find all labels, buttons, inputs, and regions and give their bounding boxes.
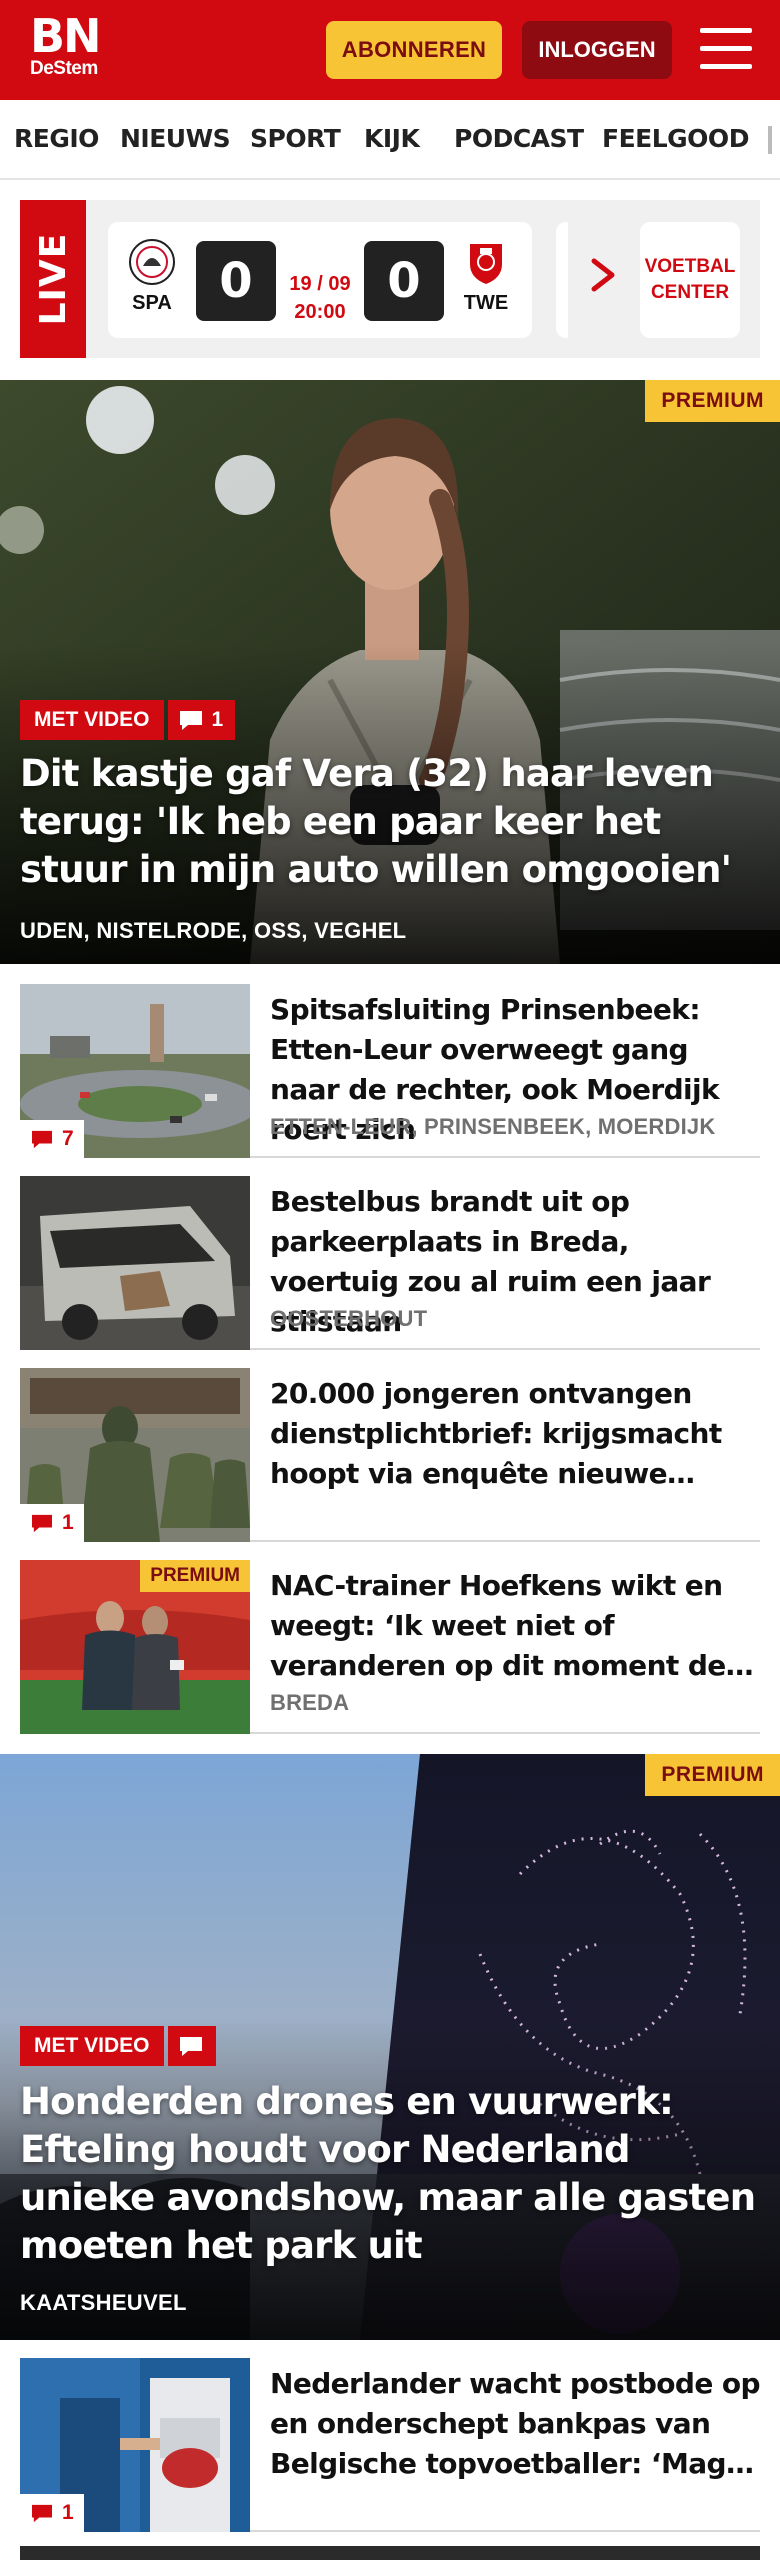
article-thumbnail [20, 1176, 250, 1350]
comment-count: 7 [62, 1127, 74, 1150]
club-crest-icon [462, 238, 510, 286]
home-club-name: SPA [132, 292, 172, 314]
hero-1-badges: MET VIDEO 1 [20, 700, 236, 740]
comment-count-badge[interactable]: 1 [167, 700, 236, 740]
nav-overflow-divider [768, 126, 772, 154]
comment-count: 1 [62, 1511, 74, 1534]
hero-2-headline[interactable]: Honderden drones en vuurwerk: Efteling h… [20, 2078, 760, 2270]
next-item-edge [20, 2546, 760, 2560]
comment-icon [32, 1514, 52, 1533]
article-headline[interactable]: Nederlander wacht postbode op en ondersc… [270, 2364, 760, 2484]
match-date: 19 / 09 [289, 273, 351, 295]
comment-icon [179, 2037, 202, 2056]
nav-item-feelgood[interactable]: FEELGOOD [602, 124, 749, 153]
next-match-card[interactable] [556, 222, 568, 338]
nav-item-podcast[interactable]: PODCAST [454, 124, 584, 153]
live-label: LIVE [32, 232, 74, 326]
hero-article-1[interactable]: PREMIUM MET VIDEO 1 Dit kastje gaf Vera … [0, 380, 780, 964]
club-crest-icon [128, 238, 176, 286]
football-center-link[interactable]: VOETBAL CENTER [640, 222, 740, 338]
site-header: BN DeStem ABONNEREN INLOGGEN [0, 0, 780, 100]
nav-item-regio[interactable]: REGIO [14, 124, 99, 153]
video-badge: MET VIDEO [20, 700, 164, 740]
site-logo[interactable]: BN DeStem [30, 9, 110, 86]
article-headline[interactable]: 20.000 jongeren ontvangen dienstplichtbr… [270, 1374, 760, 1494]
article-thumbnail: 1 [20, 1368, 250, 1542]
comment-icon [32, 1130, 52, 1149]
hamburger-menu-icon[interactable] [700, 26, 752, 72]
premium-badge: PREMIUM [645, 380, 780, 422]
list-item[interactable]: 7 Spitsafsluiting Prinsenbeek: Etten-Leu… [20, 984, 760, 1158]
comment-count: 1 [62, 2501, 74, 2524]
hero-2-location: KAATSHEUVEL [20, 2290, 187, 2315]
comment-icon [32, 2504, 52, 2523]
live-scores-strip: LIVE SPA 0 19 / 09 20:00 0 TWE VOETBAL C… [20, 200, 760, 358]
hero-1-headline[interactable]: Dit kastje gaf Vera (32) haar leven teru… [20, 750, 760, 894]
nav-item-sport[interactable]: SPORT [250, 124, 341, 153]
premium-badge: PREMIUM [140, 1560, 250, 1592]
away-score: 0 [364, 241, 444, 321]
premium-badge: PREMIUM [645, 1754, 780, 1796]
hero-2-badges: MET VIDEO [20, 2026, 216, 2066]
list-item[interactable]: Bestelbus brandt uit op parkeerplaats in… [20, 1176, 760, 1350]
list-item[interactable]: 1 Nederlander wacht postbode op en onder… [20, 2358, 760, 2532]
main-nav: REGIO NIEUWS SPORT KIJK PODCAST FEELGOOD [0, 100, 780, 180]
video-badge: MET VIDEO [20, 2026, 164, 2066]
article-thumbnail: 7 [20, 984, 250, 1158]
article-headline[interactable]: NAC-trainer Hoefkens wikt en weegt: ‘Ik … [270, 1566, 760, 1686]
away-club: TWE [456, 238, 516, 315]
article-thumbnail: 1 [20, 2358, 250, 2532]
away-club-name: TWE [463, 292, 509, 314]
comment-icon [179, 711, 202, 730]
live-tab[interactable]: LIVE [20, 200, 86, 358]
home-club: SPA [122, 238, 182, 315]
home-score: 0 [196, 241, 276, 321]
article-location: BREDA [270, 1690, 350, 1715]
match-card[interactable]: SPA 0 19 / 09 20:00 0 TWE [108, 222, 532, 338]
article-location: OOSTERHOUT [270, 1306, 428, 1331]
nav-item-nieuws[interactable]: NIEUWS [120, 124, 231, 153]
comment-count-badge[interactable]: 7 [20, 1120, 84, 1158]
football-center-line1: VOETBAL [644, 256, 736, 277]
subscribe-button[interactable]: ABONNEREN [326, 21, 502, 79]
comment-count-badge[interactable] [167, 2026, 216, 2066]
article-location: ETTEN-LEUR, PRINSENBEEK, MOERDIJK [270, 1114, 716, 1139]
nav-item-kijk[interactable]: KIJK [364, 124, 420, 153]
chevron-right-icon[interactable] [586, 255, 620, 295]
comment-count-badge[interactable]: 1 [20, 2494, 84, 2532]
comment-count-badge[interactable]: 1 [20, 1504, 84, 1542]
match-time: 20:00 [294, 301, 346, 323]
logo-main: BN [30, 9, 102, 63]
football-center-line2: CENTER [650, 282, 730, 303]
hero-1-location: UDEN, NISTELRODE, OSS, VEGHEL [20, 918, 407, 943]
list-item[interactable]: PREMIUM NAC-trainer Hoefkens wikt en wee… [20, 1560, 760, 1734]
list-item[interactable]: 1 20.000 jongeren ontvangen dienstplicht… [20, 1368, 760, 1542]
login-button[interactable]: INLOGGEN [522, 21, 672, 79]
hero-article-2[interactable]: PREMIUM MET VIDEO Honderden drones en vu… [0, 1754, 780, 2340]
comment-count: 1 [211, 708, 224, 731]
match-datetime: 19 / 09 20:00 [284, 270, 356, 326]
article-thumbnail: PREMIUM [20, 1560, 250, 1734]
